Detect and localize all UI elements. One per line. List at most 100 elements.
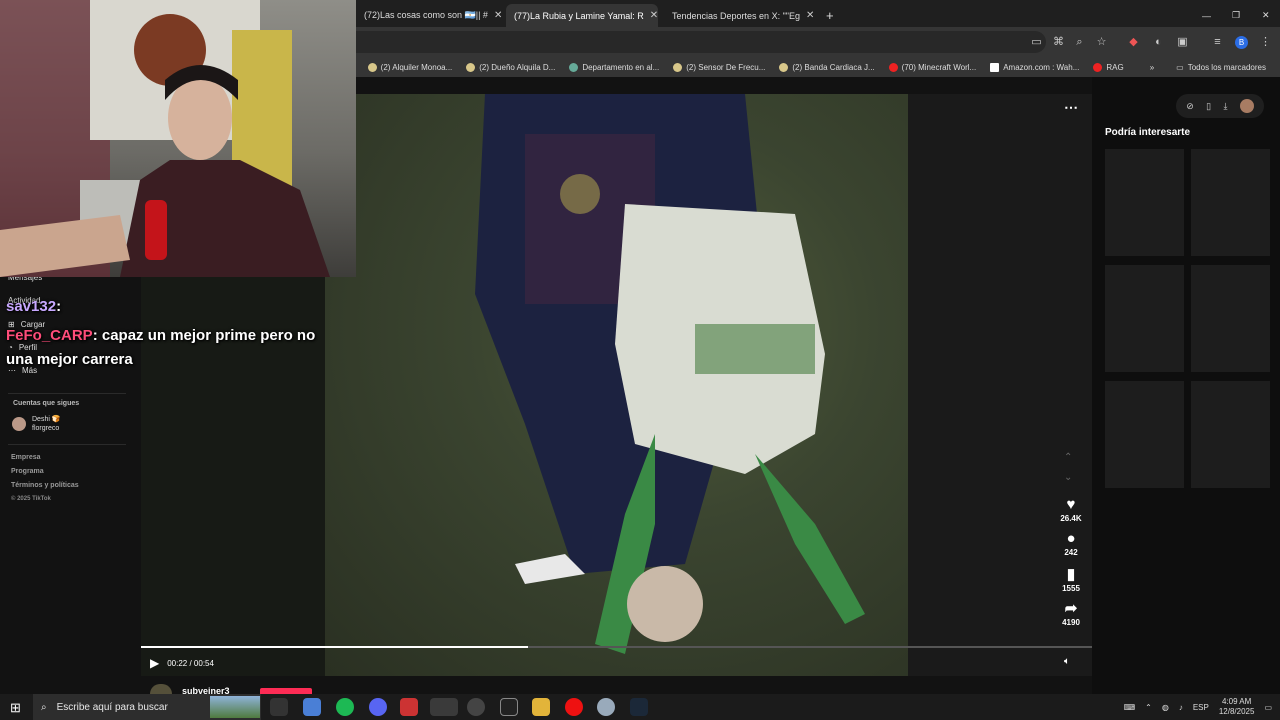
- new-tab-button[interactable]: +: [818, 4, 842, 27]
- bookmark[interactable]: (2) Banda Cardiaca J...: [779, 62, 875, 72]
- device-icon[interactable]: ▯: [1206, 101, 1211, 112]
- more-options-button[interactable]: ⋯: [1064, 99, 1078, 116]
- recommendations-panel: ⊘ ▯ ⤓ Podría interesarte: [1092, 77, 1280, 694]
- bookmark-label: Departamento en al...: [582, 62, 660, 72]
- chevron-up-icon[interactable]: ⌃: [1064, 452, 1072, 463]
- spotify-icon[interactable]: [336, 698, 354, 716]
- following-account[interactable]: Deshi 🍞 florgreco: [12, 415, 61, 433]
- play-icon[interactable]: ▶: [150, 656, 159, 670]
- progress-fill: [141, 646, 529, 648]
- video-thumbnail[interactable]: [1191, 149, 1270, 256]
- bookmark[interactable]: (70) Minecraft Worl...: [888, 62, 976, 72]
- restore-button[interactable]: ❐: [1224, 4, 1248, 27]
- bookmark-label: (2) Sensor De Frecu...: [686, 62, 766, 72]
- divider: [8, 444, 126, 445]
- panel-toolbar: ⊘ ▯ ⤓: [1176, 94, 1264, 118]
- keyboard-icon[interactable]: ⌨: [1124, 703, 1136, 712]
- chat-message: FeFo_CARP: capaz un mejor prime pero no …: [6, 324, 346, 372]
- bookmark-label: RAG: [1106, 62, 1124, 72]
- close-tab-icon[interactable]: ✕: [494, 10, 502, 21]
- tab-las-cosas[interactable]: (72)Las cosas como son 🇦🇷|| # ✕: [356, 4, 504, 27]
- notifications-icon[interactable]: ▭: [1264, 703, 1272, 712]
- comment-button[interactable]: ● 242: [1058, 530, 1084, 557]
- bookmarks-more-button[interactable]: »: [1150, 63, 1154, 72]
- tab-tendencias[interactable]: Tendencias Deportes en X: ""Eg ✕: [664, 4, 814, 27]
- volume-icon[interactable]: 🔈︎: [1064, 656, 1070, 667]
- discord-icon[interactable]: [369, 698, 387, 716]
- opera-icon[interactable]: [565, 698, 583, 716]
- bookmark[interactable]: RAG: [1093, 62, 1124, 72]
- video-thumbnail[interactable]: [1105, 149, 1184, 256]
- webcam-image: [0, 0, 330, 277]
- bookmark-label: Amazon.com : Wah...: [1003, 62, 1080, 72]
- footer-link[interactable]: Términos y políticas: [11, 482, 79, 489]
- windows-start-icon[interactable]: ⊞: [10, 700, 21, 716]
- share-button[interactable]: ➦ 4190: [1058, 600, 1084, 627]
- video-frame[interactable]: [325, 94, 908, 676]
- minimize-button[interactable]: —: [1194, 4, 1218, 27]
- close-window-button[interactable]: ✕: [1254, 4, 1278, 27]
- bookmark-button[interactable]: ▮ 1555: [1058, 566, 1084, 593]
- copyright: © 2025 TikTok: [11, 496, 51, 502]
- copilot-icon[interactable]: [303, 698, 321, 716]
- video-thumbnail[interactable]: [1105, 265, 1184, 372]
- bookmark[interactable]: Departamento en al...: [569, 62, 660, 72]
- extension-icon[interactable]: ◐: [1152, 36, 1165, 49]
- video-thumbnail[interactable]: [1191, 381, 1270, 488]
- bookmark-label: (2) Dueño Alquila D...: [479, 62, 556, 72]
- video-thumbnail[interactable]: [1105, 381, 1184, 488]
- chrome-icon[interactable]: [430, 698, 458, 716]
- bookmark[interactable]: (2) Sensor De Frecu...: [673, 62, 766, 72]
- footer-link[interactable]: Empresa: [11, 454, 41, 461]
- network-icon[interactable]: ◍: [1162, 703, 1169, 712]
- video-thumbnail[interactable]: [1191, 265, 1270, 372]
- search-highlight-image: [210, 696, 260, 718]
- app-icon[interactable]: [597, 698, 615, 716]
- app-icon[interactable]: [400, 698, 418, 716]
- author-name[interactable]: subveiner3: [182, 686, 230, 694]
- like-button[interactable]: ♥ 26.4K: [1058, 496, 1084, 523]
- profile-avatar[interactable]: B: [1235, 36, 1248, 49]
- download-icon[interactable]: ⤓: [1223, 101, 1227, 112]
- bookmark[interactable]: (2) Dueño Alquila D...: [466, 62, 556, 72]
- steam-icon[interactable]: [630, 698, 648, 716]
- close-tab-icon[interactable]: ✕: [806, 10, 814, 21]
- tab-strip: (72)Las cosas como son 🇦🇷|| # ✕ (77)La R…: [356, 0, 1280, 27]
- tab-lamine-yamal[interactable]: (77)La Rubia y Lamine Yamal: R ✕: [506, 4, 658, 27]
- file-explorer-icon[interactable]: [532, 698, 550, 716]
- chevron-up-icon[interactable]: ⌃: [1145, 703, 1152, 712]
- volume-icon[interactable]: ♪: [1179, 703, 1183, 712]
- obs-icon[interactable]: [467, 698, 485, 716]
- menu-icon[interactable]: ⋮: [1259, 36, 1272, 49]
- avatar: [12, 417, 26, 431]
- address-bar[interactable]: [356, 31, 1046, 53]
- star-icon[interactable]: ☆: [1095, 36, 1108, 49]
- share-count: 4190: [1062, 618, 1080, 627]
- puzzle-icon[interactable]: ▣: [1176, 36, 1189, 49]
- task-view-icon[interactable]: [270, 698, 288, 716]
- chevron-down-icon[interactable]: ⌄: [1064, 472, 1072, 483]
- time-display: 00:22 / 00:54: [167, 658, 214, 668]
- kit-stripes: [695, 324, 815, 374]
- translate-icon[interactable]: ⌘: [1052, 36, 1065, 49]
- avatar[interactable]: [1239, 99, 1254, 113]
- time-controls: ▶ 00:22 / 00:54: [150, 656, 214, 670]
- language-indicator[interactable]: ESP: [1193, 703, 1209, 712]
- all-bookmarks-button[interactable]: ▭ Todos los marcadores: [1176, 63, 1266, 72]
- bookmark[interactable]: Amazon.com : Wah...: [990, 62, 1080, 72]
- footer-link[interactable]: Programa: [11, 468, 44, 475]
- bookmark-count: 1555: [1062, 584, 1080, 593]
- close-tab-icon[interactable]: ✕: [650, 10, 658, 21]
- zoom-icon[interactable]: ⌕: [1073, 36, 1086, 49]
- bookmark[interactable]: (2) Alquiler Monoa...: [367, 62, 452, 72]
- video-image: [475, 94, 865, 654]
- app-icon[interactable]: [500, 698, 518, 716]
- clock[interactable]: 4:09 AM 12/8/2025: [1219, 697, 1255, 717]
- bookmark-label: (2) Banda Cardiaca J...: [792, 62, 875, 72]
- explore-icon[interactable]: ⊘: [1186, 101, 1194, 112]
- cast-icon[interactable]: ▭: [1030, 36, 1043, 49]
- extension-icon[interactable]: ◆: [1127, 36, 1140, 49]
- bookmark-icon: ▮: [1066, 566, 1076, 583]
- account-handle: florgreco: [32, 425, 60, 432]
- media-icon[interactable]: ≡: [1211, 36, 1224, 49]
